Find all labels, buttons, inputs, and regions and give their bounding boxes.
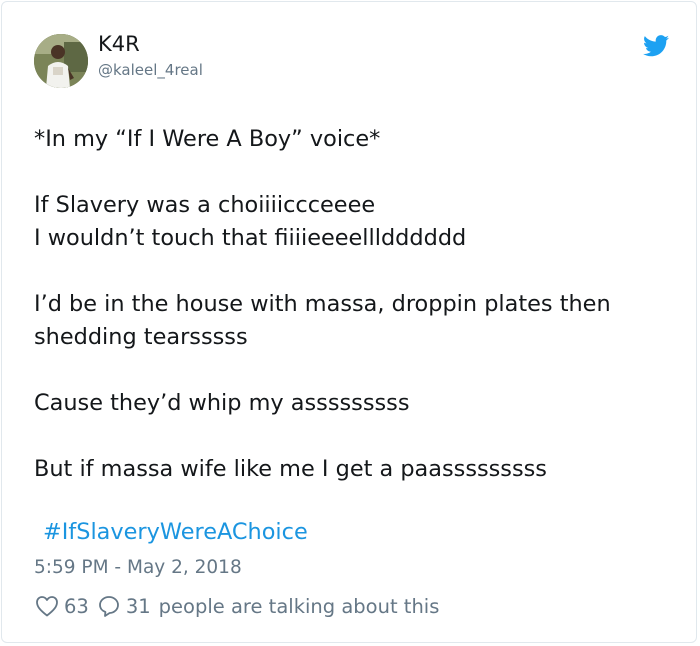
tweet-line: If Slavery was a choiiiiccceeee xyxy=(34,192,376,218)
display-name[interactable]: K4R xyxy=(98,32,140,56)
heart-icon[interactable] xyxy=(35,595,59,617)
tweet-line: I wouldn’t touch that fiiiieeeellldddddd xyxy=(34,225,467,251)
user-handle[interactable]: @kaleel_4real xyxy=(98,61,203,79)
tweet-line: I’d be in the house with massa, droppin … xyxy=(34,291,611,317)
tweet-line-break xyxy=(34,354,674,387)
talking-about-text[interactable]: people are talking about this xyxy=(159,595,440,618)
tweet-line: Cause they’d whip my asssssssss xyxy=(34,390,410,416)
reply-bubble-icon[interactable] xyxy=(97,594,121,618)
tweet-line: *In my “If I Were A Boy” voice* xyxy=(34,126,381,152)
tweet-text: *In my “If I Were A Boy” voice* If Slave… xyxy=(34,123,674,486)
tweet-timestamp[interactable]: 5:59 PM - May 2, 2018 xyxy=(34,557,242,578)
tweet-actions: 63 31 people are talking about this xyxy=(35,591,439,621)
hashtag-link[interactable]: #IfSlaveryWereAChoice xyxy=(43,519,308,545)
reply-count[interactable]: 31 xyxy=(126,595,151,618)
tweet-line: shedding tearsssss xyxy=(34,324,248,350)
tweet-line: But if massa wife like me I get a paasss… xyxy=(34,456,547,482)
avatar-photo-icon xyxy=(34,34,88,88)
tweet-line-break xyxy=(34,420,674,453)
like-count[interactable]: 63 xyxy=(64,595,89,618)
twitter-bird-icon[interactable] xyxy=(643,35,669,57)
tweet-line-break xyxy=(34,156,674,189)
tweet-card: K4R @kaleel_4real *In my “If I Were A Bo… xyxy=(1,1,697,643)
avatar[interactable] xyxy=(34,34,88,88)
tweet-line-break xyxy=(34,255,674,288)
